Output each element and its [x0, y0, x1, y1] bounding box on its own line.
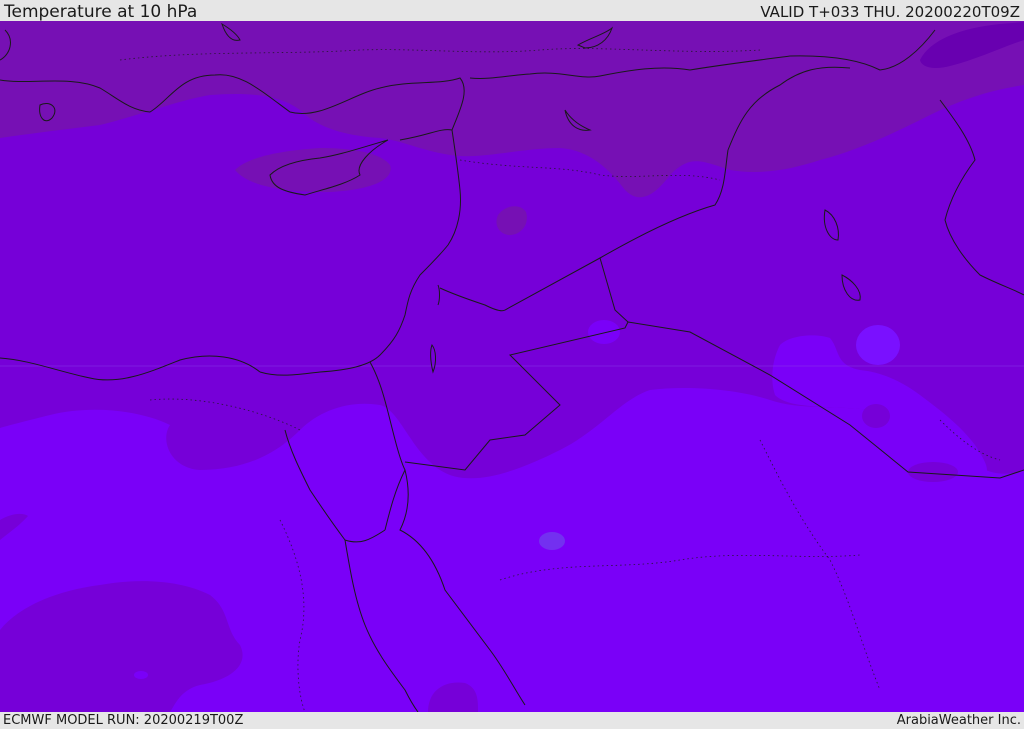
valid-time: VALID T+033 THU. 20200220T09Z [760, 3, 1020, 21]
field-warm-spot-1 [588, 320, 620, 344]
map-canvas [0, 21, 1024, 712]
field-warmest-spot [539, 532, 565, 550]
field-warm-spot-3 [856, 325, 900, 365]
field-small-dot [134, 671, 148, 679]
credit-label: ArabiaWeather Inc. [896, 713, 1021, 728]
header-bar: Temperature at 10 hPa VALID T+033 THU. 2… [0, 0, 1024, 21]
temperature-map [0, 21, 1024, 712]
map-title: Temperature at 10 hPa [4, 2, 198, 22]
footer-bar: ECMWF MODEL RUN: 20200219T00Z ArabiaWeat… [0, 712, 1024, 729]
model-run-label: ECMWF MODEL RUN: 20200219T00Z [3, 713, 244, 728]
field-cold-dot [862, 404, 890, 428]
